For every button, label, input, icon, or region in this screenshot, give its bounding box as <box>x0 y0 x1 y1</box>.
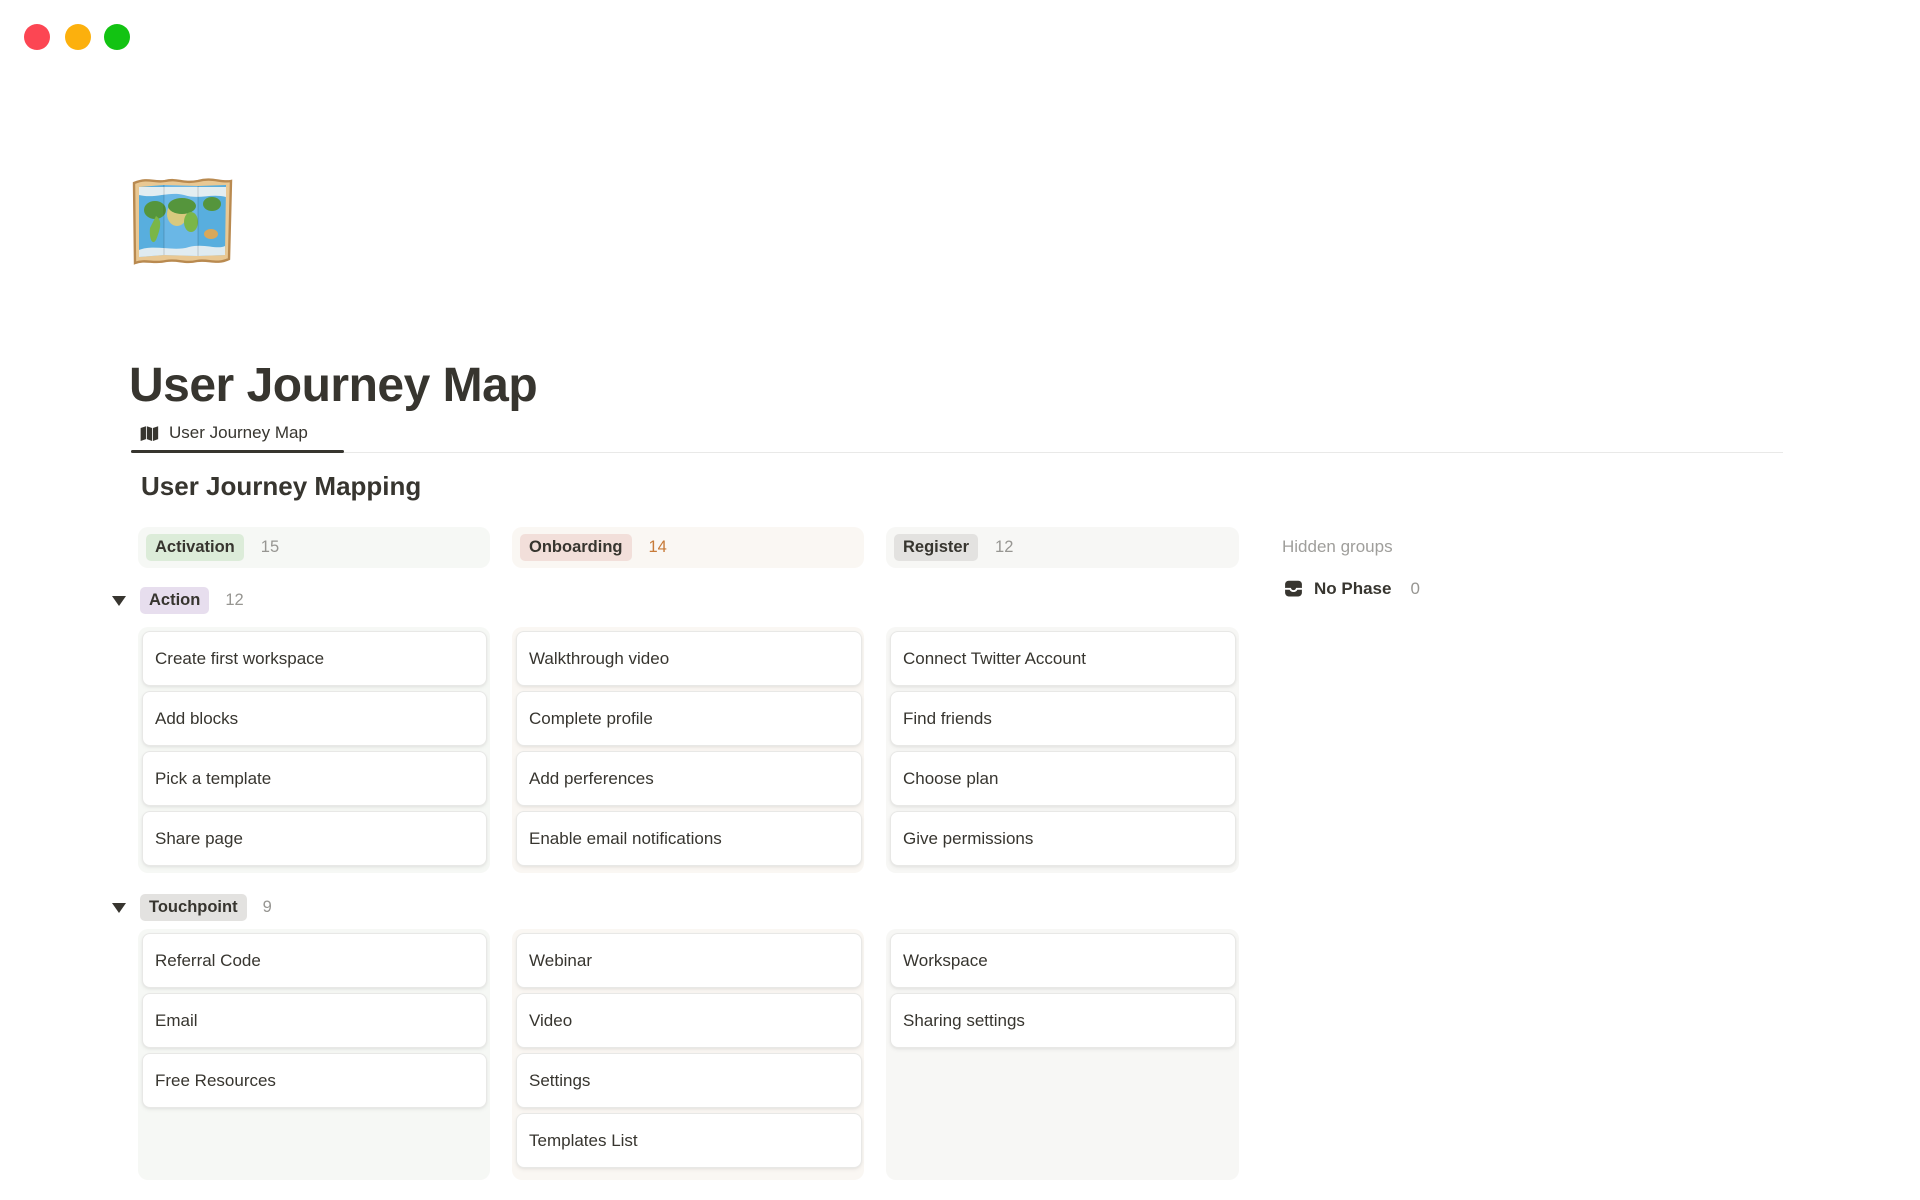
board-card[interactable]: Create first workspace <box>142 631 487 686</box>
column-header-onboarding[interactable]: Onboarding 14 <box>512 527 864 568</box>
group-chip-touchpoint[interactable]: Touchpoint <box>140 894 247 921</box>
board-card[interactable]: Walkthrough video <box>516 631 862 686</box>
window-close-button[interactable] <box>24 24 50 50</box>
collapse-triangle-icon[interactable] <box>112 903 126 913</box>
collapse-triangle-icon[interactable] <box>112 596 126 606</box>
world-map-icon <box>129 174 236 268</box>
page-title: User Journey Map <box>129 358 537 414</box>
board-card[interactable]: Share page <box>142 811 487 866</box>
tab-label: User Journey Map <box>169 423 308 443</box>
board-card[interactable]: Email <box>142 993 487 1048</box>
group-count: 9 <box>263 898 272 917</box>
column-count: 12 <box>995 538 1013 557</box>
column-chip-onboarding[interactable]: Onboarding <box>520 534 632 561</box>
board-card[interactable]: Add blocks <box>142 691 487 746</box>
column-chip-register[interactable]: Register <box>894 534 978 561</box>
group-count: 12 <box>225 591 243 610</box>
group-chip-action[interactable]: Action <box>140 587 209 614</box>
board-card[interactable]: Complete profile <box>516 691 862 746</box>
column-count: 15 <box>261 538 279 557</box>
board-card[interactable]: Workspace <box>890 933 1236 988</box>
board-card[interactable]: Find friends <box>890 691 1236 746</box>
active-tab-underline <box>131 450 344 453</box>
column-header-register[interactable]: Register 12 <box>886 527 1239 568</box>
board-card[interactable]: Settings <box>516 1053 862 1108</box>
hidden-group-no-phase[interactable]: No Phase 0 <box>1283 578 1420 599</box>
column-count: 14 <box>649 538 667 557</box>
hidden-groups-label: Hidden groups <box>1282 537 1393 557</box>
column-chip-activation[interactable]: Activation <box>146 534 244 561</box>
tab-bar-divider <box>131 452 1783 453</box>
board-card[interactable]: Templates List <box>516 1113 862 1168</box>
map-view-icon <box>138 423 159 444</box>
board-card[interactable]: Pick a template <box>142 751 487 806</box>
board-card[interactable]: Sharing settings <box>890 993 1236 1048</box>
no-phase-label: No Phase <box>1314 579 1391 599</box>
board-card[interactable]: Enable email notifications <box>516 811 862 866</box>
tab-user-journey-map[interactable]: User Journey Map <box>138 417 308 449</box>
board-title: User Journey Mapping <box>141 471 421 502</box>
board-card[interactable]: Choose plan <box>890 751 1236 806</box>
board-card[interactable]: Free Resources <box>142 1053 487 1108</box>
window-minimize-button[interactable] <box>65 24 91 50</box>
board-card[interactable]: Add perferences <box>516 751 862 806</box>
no-phase-count: 0 <box>1410 579 1419 599</box>
board-card[interactable]: Video <box>516 993 862 1048</box>
group-row-touchpoint: Touchpoint 9 <box>112 894 272 921</box>
page-icon-world-map[interactable] <box>129 174 236 268</box>
column-header-activation[interactable]: Activation 15 <box>138 527 490 568</box>
window-zoom-button[interactable] <box>104 24 130 50</box>
board-card[interactable]: Webinar <box>516 933 862 988</box>
inbox-tray-icon <box>1283 578 1304 599</box>
board-card[interactable]: Give permissions <box>890 811 1236 866</box>
board-card[interactable]: Referral Code <box>142 933 487 988</box>
board-card[interactable]: Connect Twitter Account <box>890 631 1236 686</box>
group-row-action: Action 12 <box>112 587 244 614</box>
